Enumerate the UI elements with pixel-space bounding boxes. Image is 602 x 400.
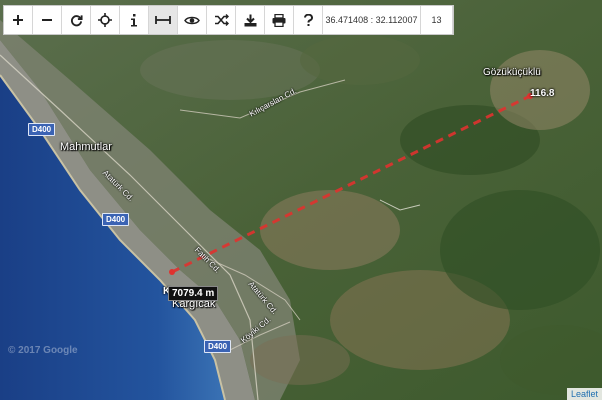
place-label-mahmutlar: Mahmutlar [60, 141, 112, 153]
zoom-level-display: 13 [421, 6, 453, 34]
eye-icon [184, 16, 200, 24]
measure-button[interactable] [149, 6, 178, 34]
highway-badge-d400: D400 [28, 123, 56, 136]
info-icon [131, 13, 137, 26]
map-copyright: © 2017 Google [8, 345, 78, 356]
shuffle-icon [214, 14, 229, 26]
leaflet-attribution-link[interactable]: Leaflet [566, 388, 602, 400]
print-icon [272, 13, 286, 27]
measure-distance-label: 7079.4 m [168, 286, 219, 301]
download-icon [244, 14, 256, 26]
question-icon [303, 13, 313, 26]
measure-icon [155, 16, 171, 24]
measure-end-label: 116.8 [530, 88, 555, 99]
crosshair-icon [98, 13, 112, 27]
zoom-out-button[interactable] [33, 6, 62, 34]
place-label-gozukuculu: Gözüküçüklü [483, 67, 541, 78]
download-button[interactable] [236, 6, 265, 34]
plus-icon [13, 15, 23, 25]
satellite-map[interactable]: Mahmutlar Gözüküçüklü Kargıcak Kılıçarsl… [0, 0, 602, 400]
refresh-icon [70, 14, 83, 26]
view-button[interactable] [178, 6, 207, 34]
measure-start-point[interactable] [169, 269, 175, 275]
highway-badge-d400: D400 [204, 340, 232, 353]
print-button[interactable] [265, 6, 294, 34]
info-button[interactable] [120, 6, 149, 34]
highway-badge-d400: D400 [102, 213, 130, 226]
shuffle-button[interactable] [207, 6, 236, 34]
locate-button[interactable] [91, 6, 120, 34]
minus-icon [42, 19, 52, 21]
zoom-in-button[interactable] [4, 6, 33, 34]
help-button[interactable] [294, 6, 323, 34]
refresh-button[interactable] [62, 6, 91, 34]
map-toolbar: 36.471408 : 32.112007 13 [3, 5, 454, 35]
measure-line[interactable] [0, 0, 602, 400]
coordinates-display: 36.471408 : 32.112007 [323, 6, 421, 34]
